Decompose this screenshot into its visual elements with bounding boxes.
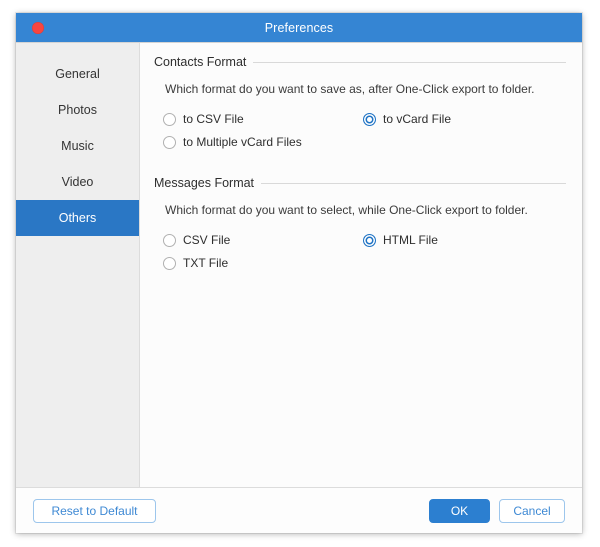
cancel-button[interactable]: Cancel <box>499 499 565 523</box>
radio-label: to CSV File <box>183 112 244 126</box>
radio-to-multiple-vcard-files[interactable]: to Multiple vCard Files <box>163 135 363 149</box>
radio-to-csv-file[interactable]: to CSV File <box>163 112 363 126</box>
radio-label: TXT File <box>183 256 228 270</box>
sidebar-item-label: Photos <box>58 103 97 117</box>
sidebar-item-label: Music <box>61 139 94 153</box>
contacts-format-options: to CSV File to vCard File to Multiple vC… <box>163 112 566 149</box>
reset-to-default-button[interactable]: Reset to Default <box>33 499 156 523</box>
messages-format-options: CSV File HTML File TXT File <box>163 233 566 270</box>
sidebar-item-label: General <box>55 67 99 81</box>
sidebar-item-label: Others <box>59 211 97 225</box>
radio-csv-file[interactable]: CSV File <box>163 233 363 247</box>
radio-to-vcard-file[interactable]: to vCard File <box>363 112 451 126</box>
radio-row: to Multiple vCard Files <box>163 135 566 149</box>
sidebar-item-video[interactable]: Video <box>16 164 139 200</box>
radio-label: to Multiple vCard Files <box>183 135 302 149</box>
radio-label: HTML File <box>383 233 438 247</box>
sidebar-item-others[interactable]: Others <box>16 200 139 236</box>
content-panel: Contacts Format Which format do you want… <box>140 43 582 487</box>
section-spacer <box>154 158 566 176</box>
radio-label: to vCard File <box>383 112 451 126</box>
radio-indicator-icon[interactable] <box>163 113 176 126</box>
group-title: Messages Format <box>154 176 254 190</box>
radio-indicator-icon[interactable] <box>163 257 176 270</box>
sidebar-item-general[interactable]: General <box>16 56 139 92</box>
contacts-format-description: Which format do you want to save as, aft… <box>165 82 566 96</box>
messages-format-description: Which format do you want to select, whil… <box>165 203 566 217</box>
preferences-window: Preferences General Photos Music Video O… <box>16 13 582 533</box>
radio-label: CSV File <box>183 233 230 247</box>
sidebar-item-photos[interactable]: Photos <box>16 92 139 128</box>
radio-indicator-selected-icon[interactable] <box>363 234 376 247</box>
sidebar-item-music[interactable]: Music <box>16 128 139 164</box>
close-window-icon[interactable] <box>32 22 44 34</box>
messages-format-header: Messages Format <box>154 176 566 190</box>
ok-button[interactable]: OK <box>429 499 490 523</box>
contacts-format-header: Contacts Format <box>154 55 566 69</box>
group-divider <box>261 183 566 184</box>
sidebar-item-label: Video <box>62 175 94 189</box>
window-title: Preferences <box>265 21 334 35</box>
radio-html-file[interactable]: HTML File <box>363 233 438 247</box>
radio-row: to CSV File to vCard File <box>163 112 566 126</box>
group-divider <box>253 62 566 63</box>
radio-row: CSV File HTML File <box>163 233 566 247</box>
group-title: Contacts Format <box>154 55 246 69</box>
radio-indicator-icon[interactable] <box>163 234 176 247</box>
window-titlebar: Preferences <box>16 13 582 42</box>
contacts-format-group: Contacts Format Which format do you want… <box>154 55 566 149</box>
radio-row: TXT File <box>163 256 566 270</box>
messages-format-group: Messages Format Which format do you want… <box>154 176 566 270</box>
dialog-footer: Reset to Default OK Cancel <box>16 487 582 533</box>
radio-indicator-selected-icon[interactable] <box>363 113 376 126</box>
sidebar: General Photos Music Video Others <box>16 43 140 487</box>
radio-txt-file[interactable]: TXT File <box>163 256 363 270</box>
radio-indicator-icon[interactable] <box>163 136 176 149</box>
window-body: General Photos Music Video Others Contac… <box>16 42 582 487</box>
